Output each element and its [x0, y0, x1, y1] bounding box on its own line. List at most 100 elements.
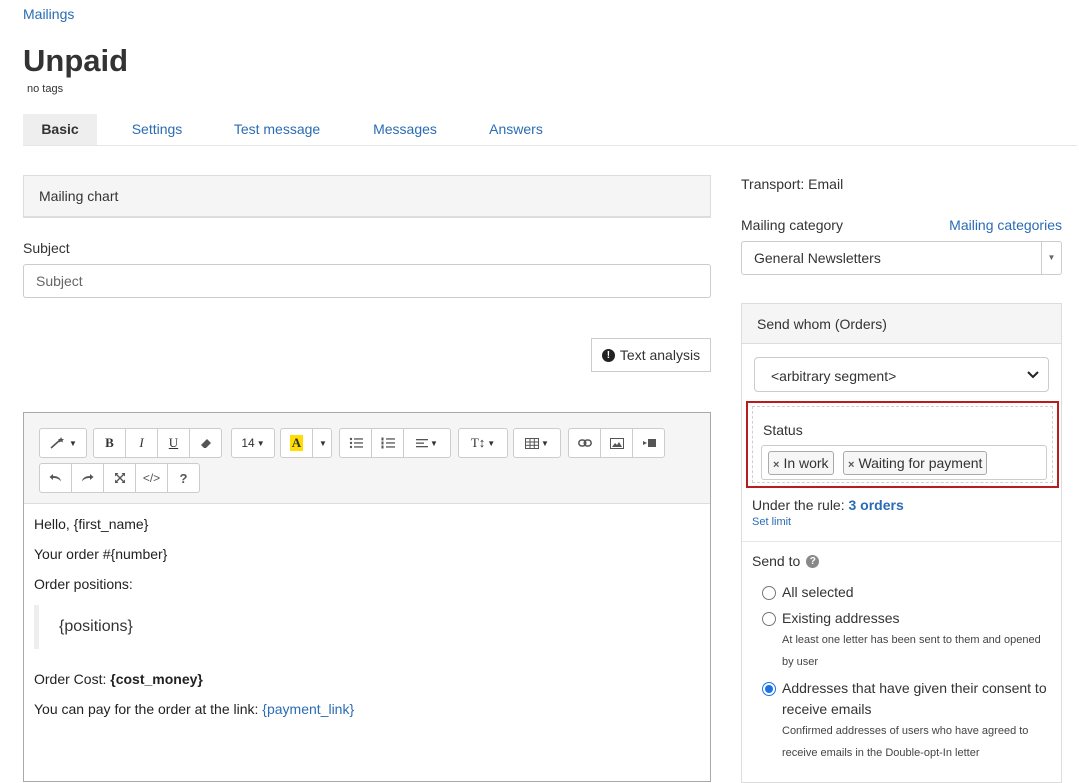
option-consent-addresses-hint: Confirmed addresses of users who have ag… [782, 725, 1029, 759]
option-all-selected-label[interactable]: All selected [782, 582, 1062, 603]
toolbar-group-table: ▼ [513, 428, 561, 458]
text-size-dropdown[interactable]: T↕ ▼ [458, 428, 508, 458]
subject-label: Subject [23, 240, 70, 256]
status-filter: Status × In work × Waiting for payment [752, 406, 1053, 483]
chevron-down-icon: ▼ [256, 438, 265, 448]
status-highlight-box: Status × In work × Waiting for payment [746, 401, 1059, 488]
fullscreen-icon[interactable] [103, 463, 136, 493]
eraser-icon[interactable] [189, 428, 222, 458]
magic-wand-icon[interactable]: ▼ [39, 428, 87, 458]
bullet-list-icon[interactable] [339, 428, 372, 458]
radio-all-selected[interactable] [762, 586, 776, 600]
content-quote-positions: {positions} [34, 605, 334, 649]
option-existing-addresses-label[interactable]: Existing addresses [782, 608, 1062, 629]
video-icon[interactable] [632, 428, 665, 458]
numbered-list-icon[interactable] [371, 428, 404, 458]
content-line-greeting: Hello, {first_name} [34, 516, 149, 532]
tab-bar: Basic Settings Test message Messages Ans… [23, 114, 1077, 146]
option-existing-addresses-hint: At least one letter has been sent to the… [782, 634, 1041, 668]
breadcrumb-mailings[interactable]: Mailings [23, 6, 74, 22]
toolbar-group-history: </> ? [39, 463, 200, 493]
send-whom-header: Send whom (Orders) [742, 304, 1061, 344]
email-editor[interactable]: ▼ B I U 14 ▼ A ▼ ▼ T↕ ▼ ▼ </> ? Hello, {… [23, 412, 711, 782]
help-icon[interactable]: ? [167, 463, 200, 493]
question-icon[interactable]: ? [806, 554, 820, 568]
underline-button[interactable]: U [157, 428, 190, 458]
text-height-icon: T↕ [470, 435, 486, 450]
page-title: Unpaid [23, 43, 129, 78]
status-tag-input[interactable]: × In work × Waiting for payment [761, 445, 1047, 480]
toolbar-group-format: B I U [93, 428, 222, 458]
transport-label: Transport: Email [741, 176, 844, 192]
undo-icon[interactable] [39, 463, 72, 493]
content-line-positions-label: Order positions: [34, 576, 133, 592]
option-consent-addresses-label[interactable]: Addresses that have given their consent … [782, 678, 1062, 720]
segment-select[interactable]: <arbitrary segment> [754, 357, 1049, 392]
tab-settings[interactable]: Settings [123, 114, 191, 145]
mailing-chart-label: Mailing chart [39, 188, 119, 204]
status-chip-in-work[interactable]: × In work [768, 451, 834, 475]
radio-consent-addresses[interactable] [762, 682, 776, 696]
font-size-dropdown[interactable]: 14 ▼ [231, 428, 275, 458]
image-icon[interactable] [600, 428, 633, 458]
toolbar-group-fontsize: 14 ▼ [231, 428, 275, 458]
pay-prefix: You can pay for the order at the link: [34, 701, 263, 717]
underline-glyph: U [168, 435, 179, 450]
highlight-icon: A [289, 435, 304, 451]
radio-existing-addresses[interactable] [762, 612, 776, 626]
chevron-down-icon [1027, 371, 1039, 379]
set-limit-link[interactable]: Set limit [752, 516, 791, 528]
content-line-order: Your order #{number} [34, 546, 168, 562]
tags-label: no tags [27, 83, 64, 95]
cost-value: {cost_money} [110, 671, 203, 687]
payment-link[interactable]: {payment_link} [262, 701, 354, 717]
toolbar-group-textsize: T↕ ▼ [458, 428, 508, 458]
mailing-category-value: General Newsletters [754, 250, 881, 266]
mailing-chart-panel[interactable]: Mailing chart [23, 175, 711, 218]
tab-answers[interactable]: Answers [485, 114, 547, 145]
link-icon[interactable] [568, 428, 601, 458]
status-chip-waiting-for-payment[interactable]: × Waiting for payment [843, 451, 988, 475]
text-analysis-button[interactable]: ! Text analysis [591, 338, 711, 372]
table-icon[interactable]: ▼ [513, 428, 561, 458]
highlight-color-button[interactable]: A [280, 428, 313, 458]
remove-icon[interactable]: × [773, 459, 779, 471]
chip-label: Waiting for payment [858, 455, 983, 471]
segment-value: <arbitrary segment> [771, 368, 897, 384]
align-dropdown-icon[interactable]: ▼ [403, 428, 451, 458]
redo-icon[interactable] [71, 463, 104, 493]
toolbar-group-lists: ▼ [339, 428, 451, 458]
bold-button[interactable]: B [93, 428, 126, 458]
color-dropdown[interactable]: ▼ [312, 428, 332, 458]
mailing-category-select[interactable]: General Newsletters ▼ [741, 241, 1062, 275]
content-line-cost: Order Cost: {cost_money} [34, 671, 203, 687]
tab-basic[interactable]: Basic [23, 114, 97, 145]
help-glyph: ? [179, 470, 188, 486]
send-whom-panel: Send whom (Orders) <arbitrary segment> S… [741, 303, 1062, 783]
send-whom-title: Send whom (Orders) [757, 316, 887, 332]
remove-icon[interactable]: × [848, 459, 854, 471]
send-to-text: Send to [752, 553, 801, 569]
tab-messages[interactable]: Messages [367, 114, 443, 145]
status-label: Status [763, 422, 803, 438]
toolbar-group-insert [568, 428, 665, 458]
rule-count-link[interactable]: 3 orders [849, 497, 904, 513]
toolbar-group-magic: ▼ [39, 428, 87, 458]
code-view-icon[interactable]: </> [135, 463, 168, 493]
rule-prefix: Under the rule: [752, 497, 849, 513]
content-line-payment: You can pay for the order at the link: {… [34, 701, 354, 717]
chevron-down-icon: ▼ [1041, 242, 1061, 274]
subject-input[interactable] [23, 264, 711, 298]
tab-test-message[interactable]: Test message [229, 114, 325, 145]
bold-glyph: B [105, 435, 114, 450]
italic-button[interactable]: I [125, 428, 158, 458]
editor-toolbar: ▼ B I U 14 ▼ A ▼ ▼ T↕ ▼ ▼ </> ? [24, 413, 710, 504]
divider [742, 541, 1061, 542]
chevron-down-icon: ▼ [319, 438, 327, 448]
send-to-label: Send to ? [752, 553, 820, 569]
exclamation-icon: ! [601, 348, 615, 362]
text-analysis-label: Text analysis [619, 347, 701, 363]
toolbar-group-color: A ▼ [280, 428, 332, 458]
mailing-categories-link[interactable]: Mailing categories [949, 217, 1062, 233]
italic-glyph: I [139, 435, 144, 450]
